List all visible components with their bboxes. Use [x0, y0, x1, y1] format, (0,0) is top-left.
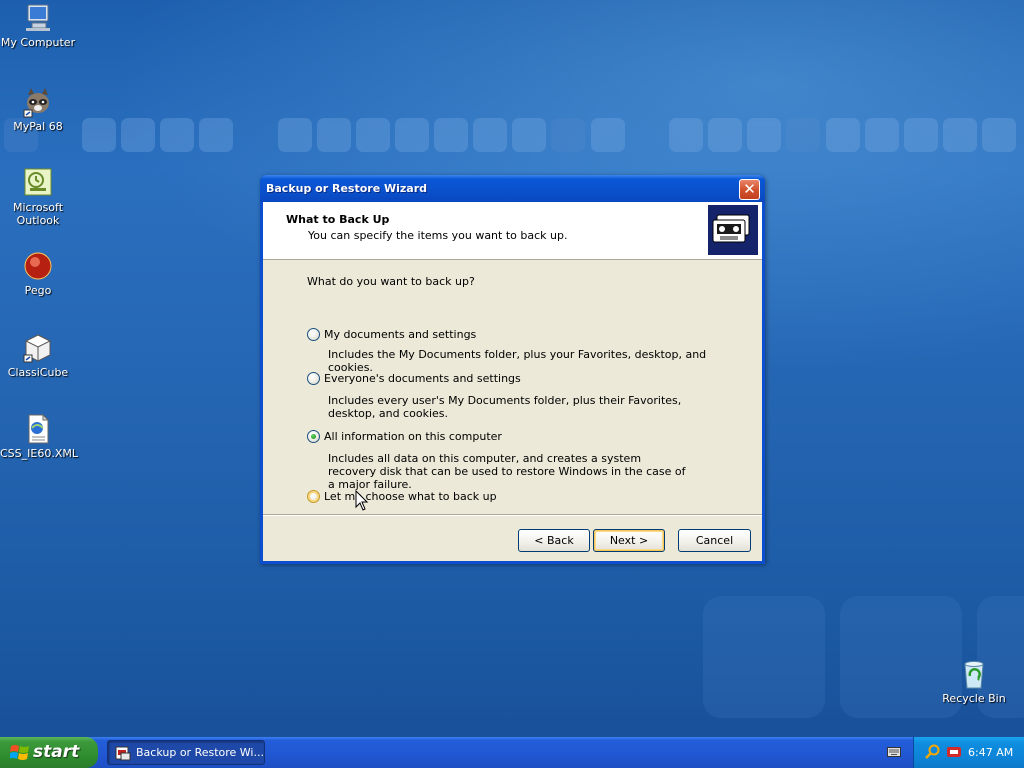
desktop-icon-classicube[interactable]: ClassiCube [0, 332, 76, 379]
wallpaper-tile [982, 118, 1016, 152]
next-button[interactable]: Next > [593, 529, 665, 552]
mouse-cursor-icon [355, 490, 369, 511]
wallpaper-tile [826, 118, 860, 152]
desktop-icon-outlook[interactable]: Microsoft Outlook [0, 167, 76, 227]
wallpaper-tile [317, 118, 351, 152]
radio-my-documents[interactable] [307, 327, 320, 341]
backup-tape-icon [708, 205, 758, 255]
desktop-icon-mypal[interactable]: MyPal 68 [0, 86, 76, 133]
option-label: My documents and settings [324, 327, 477, 341]
desktop-icon-label: Microsoft Outlook [12, 201, 64, 227]
wallpaper-tile [434, 118, 468, 152]
recycle-bin-icon [964, 661, 984, 689]
keyboard-icon[interactable] [887, 746, 901, 758]
dialog-client-area: What to Back Up You can specify the item… [263, 202, 762, 561]
windows-logo-icon [10, 745, 29, 760]
option-description: Includes all data on this computer, and … [328, 452, 686, 491]
wallpaper-tile [786, 118, 820, 152]
wallpaper-tile [708, 118, 742, 152]
back-button[interactable]: < Back [518, 529, 590, 552]
start-label: start [33, 742, 80, 762]
option-label: Everyone's documents and settings [324, 371, 521, 385]
desktop-icon-label: MyPal 68 [13, 120, 63, 133]
wallpaper-tile [356, 118, 390, 152]
option-all-information[interactable]: All information on this computer [307, 429, 502, 443]
desktop-icon-my-computer[interactable]: My Computer [0, 2, 76, 49]
desktop-icon-label: ClassiCube [7, 366, 69, 379]
wallpaper-tile [669, 118, 703, 152]
wizard-header: What to Back Up You can specify the item… [263, 202, 762, 260]
wallpaper-tile [199, 118, 233, 152]
wallpaper-tile [865, 118, 899, 152]
wallpaper-tile [278, 118, 312, 152]
wallpaper-tile [121, 118, 155, 152]
close-button[interactable]: ✕ [739, 179, 760, 200]
option-let-me-choose[interactable]: Let me choose what to back up [307, 489, 497, 503]
close-icon: ✕ [743, 180, 756, 198]
option-label: All information on this computer [324, 429, 502, 443]
xml-file-icon [28, 413, 50, 444]
question-label: What do you want to back up? [307, 275, 475, 288]
computer-icon [26, 4, 50, 31]
cancel-button[interactable]: Cancel [678, 529, 751, 552]
desktop-icon-pego[interactable]: Pego [0, 250, 76, 297]
start-button[interactable]: start [0, 737, 98, 768]
taskbar-item-backup-wizard[interactable]: Backup or Restore Wi... [107, 740, 265, 765]
system-tray: 6:47 AM [913, 737, 1024, 768]
wallpaper-tile [943, 118, 977, 152]
cube-icon [23, 334, 52, 363]
header-title: What to Back Up [286, 213, 390, 226]
desktop-icon-label: Recycle Bin [942, 692, 1006, 705]
desktop-icon-label: My Computer [0, 36, 76, 49]
dialog-titlebar[interactable]: Backup or Restore Wizard ✕ [260, 175, 765, 202]
dialog-title: Backup or Restore Wizard [266, 182, 428, 195]
search-icon[interactable] [924, 744, 940, 760]
option-my-documents[interactable]: My documents and settings [307, 327, 476, 341]
outlook-icon [24, 168, 52, 196]
taskbar: start Backup or Restore Wi... 6:47 AM [0, 737, 1024, 768]
wallpaper-tile [703, 596, 825, 718]
backup-app-icon [115, 746, 131, 761]
desktop-icon-label: CSS_IE60.XML [0, 447, 78, 460]
wallpaper-tile [551, 118, 585, 152]
wallpaper-tile [747, 118, 781, 152]
wallpaper-tile [82, 118, 116, 152]
option-description: Includes every user's My Documents folde… [328, 394, 682, 420]
radio-everyones-documents[interactable] [307, 371, 320, 385]
button-separator [263, 514, 762, 516]
taskbar-item-label: Backup or Restore Wi... [136, 746, 264, 759]
radio-all-information[interactable] [307, 429, 320, 443]
option-label: Let me choose what to back up [324, 489, 497, 503]
raccoon-icon [23, 88, 49, 118]
network-shield-icon[interactable] [946, 744, 962, 760]
radio-let-me-choose[interactable] [307, 489, 320, 503]
pego-icon [24, 252, 52, 280]
header-subtitle: You can specify the items you want to ba… [308, 229, 568, 242]
wallpaper-tile [473, 118, 507, 152]
wallpaper-tile [904, 118, 938, 152]
desktop-icon-css-xml[interactable]: CSS_IE60.XML [0, 413, 78, 460]
wallpaper-tile [591, 118, 625, 152]
radio-selected-dot [311, 433, 316, 439]
desktop-icon-recycle-bin[interactable]: Recycle Bin [936, 658, 1012, 705]
clock[interactable]: 6:47 AM [968, 746, 1013, 759]
desktop-icon-label: Pego [24, 284, 52, 297]
wallpaper-tile [512, 118, 546, 152]
wallpaper-tile [160, 118, 194, 152]
option-everyones-documents[interactable]: Everyone's documents and settings [307, 371, 521, 385]
backup-wizard-dialog: Backup or Restore Wizard ✕ What to Back … [260, 175, 765, 564]
wallpaper-tile [395, 118, 429, 152]
